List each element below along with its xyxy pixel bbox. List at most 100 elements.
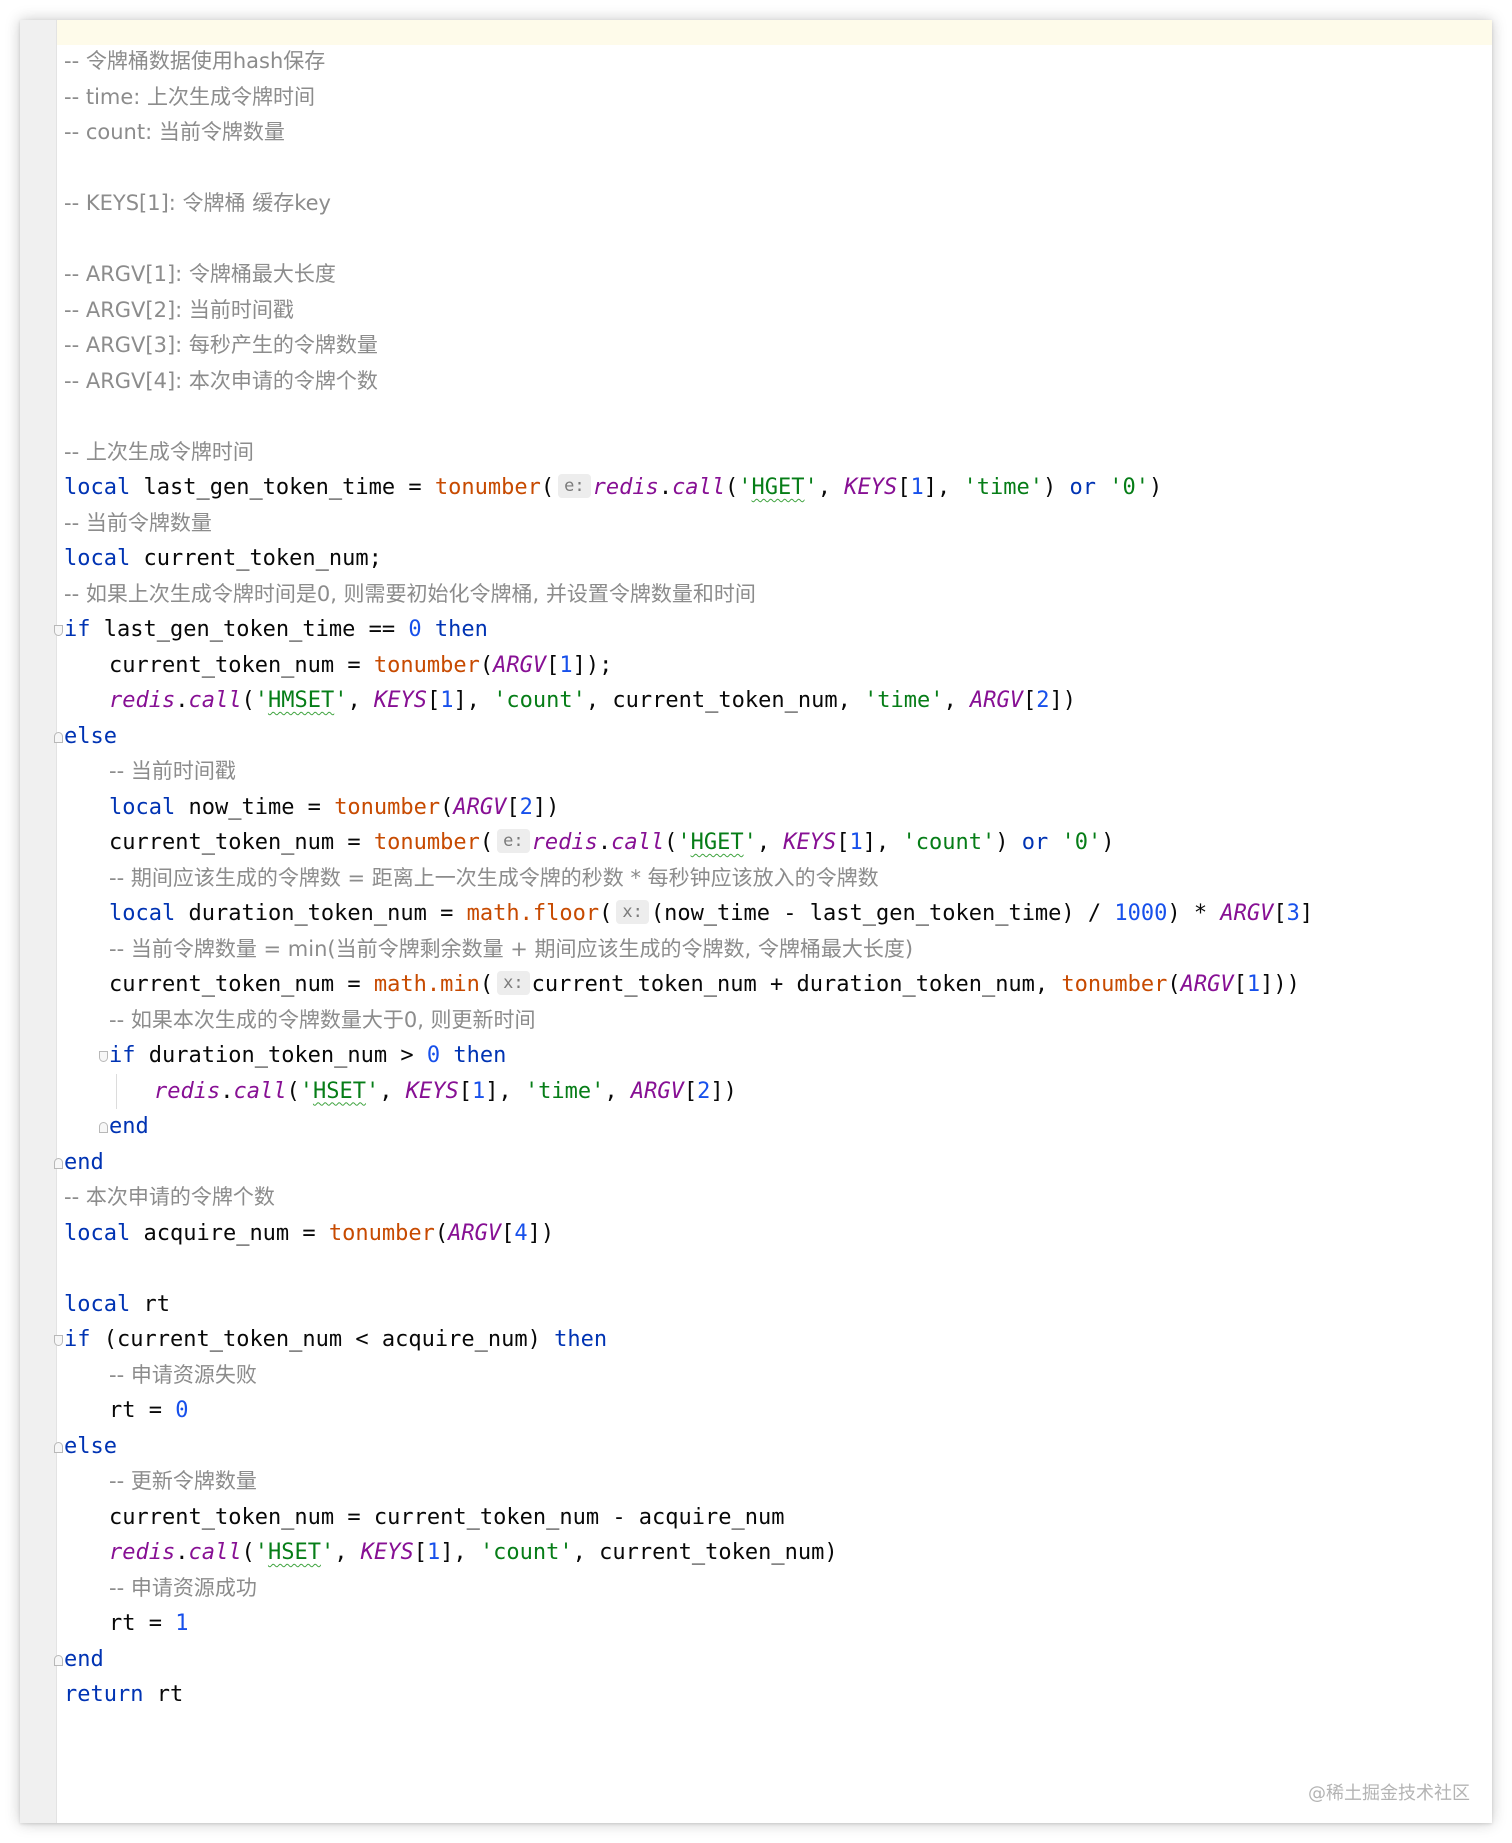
- code-line[interactable]: -- 申请资源失败: [64, 1358, 1492, 1394]
- code-keyword: local: [64, 475, 131, 500]
- code-line[interactable]: -- 如果上次生成令牌时间是0, 则需要初始化令牌桶, 并设置令牌数量和时间: [64, 577, 1492, 613]
- code-number: 2: [519, 794, 533, 820]
- code-string: ': [334, 688, 348, 713]
- code-number: 2: [697, 1078, 711, 1104]
- fold-end-marker[interactable]: [54, 731, 63, 743]
- code-string: HGET: [690, 830, 744, 855]
- code-text: last_gen_token_time ==: [90, 617, 409, 642]
- code-line[interactable]: return rt: [64, 1677, 1492, 1713]
- code-text: (: [599, 901, 613, 926]
- code-line[interactable]: -- 当前令牌数量: [64, 506, 1492, 542]
- code-line[interactable]: redis.call('HSET', KEYS[1], 'time', ARGV…: [64, 1073, 1492, 1109]
- code-line[interactable]: if (current_token_num < acquire_num) the…: [54, 1322, 1492, 1358]
- code-line[interactable]: end: [54, 1642, 1492, 1678]
- code-line[interactable]: -- ARGV[1]: 令牌桶最大长度: [64, 257, 1492, 293]
- fold-end-marker[interactable]: [54, 1157, 63, 1169]
- code-text: (: [479, 652, 494, 678]
- code-line[interactable]: -- 令牌桶数据使用hash保存: [64, 44, 1492, 80]
- code-line[interactable]: -- 当前令牌数量 = min(当前令牌剩余数量 + 期间应该生成的令牌数, 令…: [64, 932, 1492, 968]
- code-text: [: [458, 1078, 472, 1104]
- code-number: 1: [910, 475, 924, 500]
- code-area[interactable]: -- 令牌桶数据使用hash保存 -- time: 上次生成令牌时间 -- coun…: [54, 44, 1492, 1823]
- code-global: ARGV: [493, 652, 547, 678]
- code-line[interactable]: [64, 222, 1492, 258]
- code-line[interactable]: -- ARGV[4]: 本次申请的令牌个数: [64, 364, 1492, 400]
- code-text: (now_time - last_gen_token_time) /: [650, 901, 1115, 926]
- fold-end-marker[interactable]: [54, 1441, 63, 1453]
- code-line[interactable]: end: [64, 1109, 1492, 1145]
- code-text: ): [995, 830, 1022, 855]
- code-line[interactable]: else: [54, 719, 1492, 755]
- code-line[interactable]: -- 本次申请的令牌个数: [64, 1180, 1492, 1216]
- code-keyword: return: [64, 1682, 144, 1707]
- code-text: ): [1043, 475, 1070, 500]
- code-line[interactable]: end: [54, 1145, 1492, 1181]
- code-line[interactable]: -- time: 上次生成令牌时间: [64, 80, 1492, 116]
- code-line[interactable]: -- 当前时间戳: [64, 754, 1492, 790]
- code-text: (: [434, 1220, 449, 1246]
- code-comment: -- 如果上次生成令牌时间是0, 则需要初始化令牌桶, 并设置令牌数量和时间: [64, 581, 756, 606]
- code-text: ,: [604, 1078, 631, 1104]
- editor-gutter[interactable]: [20, 20, 57, 1823]
- fold-end-marker[interactable]: [99, 1122, 108, 1133]
- code-text: , current_token_num): [572, 1540, 838, 1565]
- editor-top-strip: [20, 20, 1492, 45]
- code-line[interactable]: -- count: 当前令牌数量: [64, 115, 1492, 151]
- code-line[interactable]: -- KEYS[1]: 令牌桶 缓存key: [64, 186, 1492, 222]
- code-line[interactable]: local current_token_num;: [64, 541, 1492, 577]
- code-line[interactable]: -- 上次生成令牌时间: [64, 435, 1492, 471]
- code-line[interactable]: current_token_num = tonumber(ARGV[1]);: [64, 648, 1492, 684]
- code-function: tonumber: [434, 475, 541, 500]
- code-line[interactable]: -- 如果本次生成的令牌数量大于0, 则更新时间: [64, 1003, 1492, 1039]
- code-line[interactable]: -- 更新令牌数量: [64, 1464, 1492, 1500]
- code-line[interactable]: current_token_num = math.min(x: current_t…: [64, 967, 1492, 1003]
- code-line[interactable]: -- 申请资源成功: [64, 1571, 1492, 1607]
- code-line[interactable]: current_token_num = tonumber(e: redis.cal…: [64, 825, 1492, 861]
- code-text: ]);: [572, 652, 613, 678]
- code-line[interactable]: local rt: [64, 1287, 1492, 1323]
- code-keyword: end: [109, 1114, 149, 1139]
- code-line[interactable]: else: [54, 1429, 1492, 1465]
- code-line[interactable]: redis.call('HSET', KEYS[1], 'count', cur…: [64, 1535, 1492, 1571]
- code-line[interactable]: current_token_num = current_token_num - …: [64, 1500, 1492, 1536]
- code-line[interactable]: local duration_token_num = math.floor(x:…: [64, 896, 1492, 932]
- code-line[interactable]: [64, 1251, 1492, 1287]
- code-line[interactable]: rt = 0: [64, 1393, 1492, 1429]
- code-line[interactable]: -- ARGV[2]: 当前时间戳: [64, 293, 1492, 329]
- fold-end-marker[interactable]: [54, 1654, 63, 1666]
- code-number: 1: [559, 652, 573, 678]
- code-comment: -- time: 上次生成令牌时间: [64, 84, 316, 109]
- code-function: tonumber: [1061, 972, 1168, 997]
- code-global: redis: [592, 475, 659, 500]
- code-text: ,: [943, 688, 971, 713]
- code-line[interactable]: -- 期间应该生成的令牌数 = 距离上一次生成令牌的秒数 * 每秒钟应该放入的令…: [64, 861, 1492, 897]
- fold-start-marker[interactable]: [54, 1335, 63, 1346]
- code-line[interactable]: [64, 151, 1492, 187]
- code-line[interactable]: local last_gen_token_time = tonumber(e: r…: [64, 470, 1492, 506]
- code-comment: -- 当前令牌数量: [64, 510, 212, 535]
- code-line[interactable]: rt = 1: [64, 1606, 1492, 1642]
- code-line[interactable]: if duration_token_num > 0 then: [64, 1038, 1492, 1074]
- code-line[interactable]: [64, 399, 1492, 435]
- code-comment: -- 更新令牌数量: [109, 1469, 257, 1493]
- code-line[interactable]: local acquire_num = tonumber(ARGV[4]): [64, 1216, 1492, 1252]
- editor-window: -- 令牌桶数据使用hash保存 -- time: 上次生成令牌时间 -- coun…: [20, 20, 1492, 1823]
- code-string: 'count': [479, 1540, 573, 1565]
- code-text: ],: [440, 1540, 480, 1565]
- code-string: 'count': [493, 688, 586, 713]
- code-line[interactable]: -- ARGV[3]: 每秒产生的令牌数量: [64, 328, 1492, 364]
- code-text: .: [175, 688, 189, 713]
- fold-start-marker[interactable]: [54, 625, 63, 636]
- code-keyword: or: [1069, 475, 1097, 500]
- code-text: [: [413, 1540, 427, 1565]
- code-line[interactable]: redis.call('HMSET', KEYS[1], 'count', cu…: [64, 683, 1492, 719]
- code-line[interactable]: if last_gen_token_time == 0 then: [54, 612, 1492, 648]
- code-string: 'time': [524, 1078, 605, 1104]
- fold-start-marker[interactable]: [99, 1051, 108, 1062]
- code-line[interactable]: local now_time = tonumber(ARGV[2]): [64, 790, 1492, 826]
- code-text: [: [426, 688, 441, 713]
- code-text: [: [897, 475, 911, 500]
- code-text: ): [1149, 475, 1163, 500]
- code-text: (current_token_num < acquire_num): [90, 1327, 555, 1352]
